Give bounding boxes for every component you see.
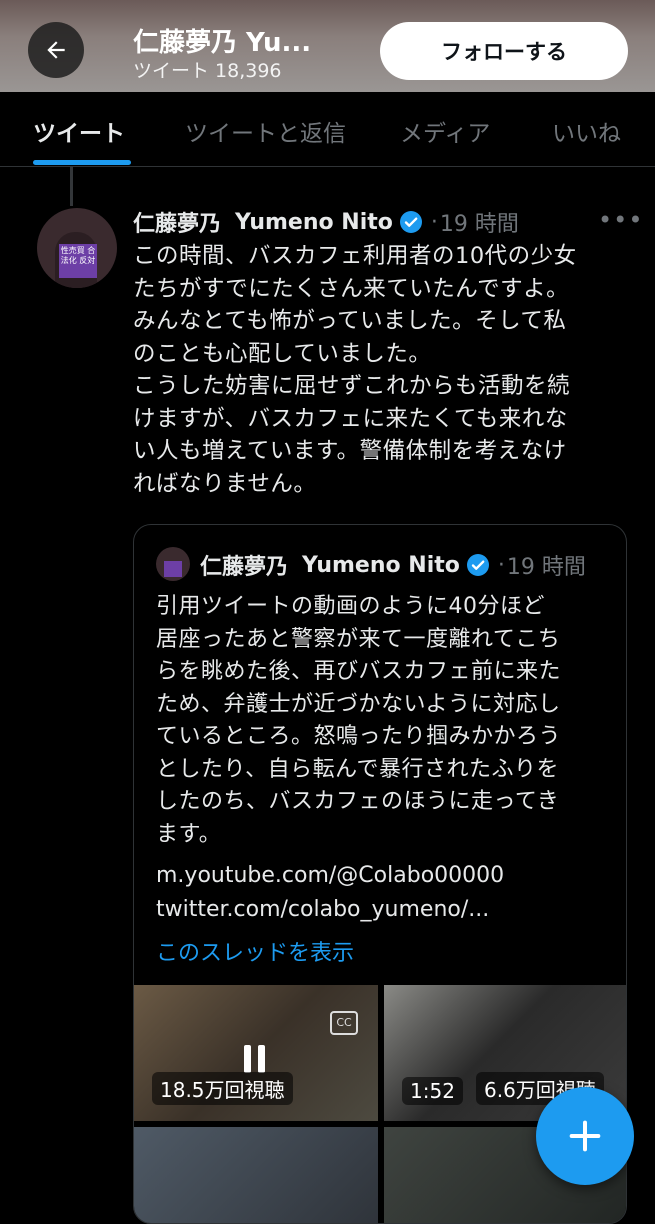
quoted-tweet-text: 引用ツイートの動画のように40分ほど 居座ったあと警察が来て一度離れてこち らを… [156, 594, 562, 847]
profile-header: 仁藤夢乃 Yu... ツイート 18,396 フォローする [0, 0, 655, 92]
tweet-count: ツイート 18,396 [133, 60, 282, 82]
tab-likes[interactable]: いいね [552, 114, 621, 148]
tweet-display-name[interactable]: 仁藤夢乃 [133, 206, 221, 238]
profile-tabs: ツイート ツイートと返信 メディア いいね [0, 92, 655, 167]
pause-icon[interactable] [244, 1045, 266, 1073]
show-thread-link[interactable]: このスレッドを表示 [156, 935, 354, 967]
video-thumbnail[interactable]: CC 18.5万回視聴 [134, 985, 378, 1121]
thread-connector-line [70, 166, 73, 206]
quoted-avatar [156, 547, 190, 581]
view-count: 18.5万回視聴 [152, 1072, 293, 1105]
plus-icon [569, 1120, 601, 1152]
quoted-timestamp: 19 時間 [506, 555, 586, 580]
back-button[interactable] [28, 22, 84, 78]
tweet-text: この時間、バスカフェ利用者の10代の少女 たちがすでにたくさん来ていたんですよ。… [133, 243, 577, 497]
quoted-display-name: 仁藤夢乃 [200, 555, 289, 580]
active-tab-indicator [33, 160, 131, 165]
video-thumbnail[interactable] [134, 1127, 378, 1223]
youtube-link[interactable]: m.youtube.com/@Colabo00000 [156, 863, 504, 888]
verified-badge-icon [466, 554, 489, 576]
tab-media[interactable]: メディア [400, 114, 490, 148]
tweet-handle-name[interactable]: Yumeno Nito [235, 210, 393, 235]
twitter-link[interactable]: twitter.com/colabo_yumeno/... [156, 897, 489, 922]
tweet-timestamp[interactable]: 19 時間 [440, 206, 519, 238]
more-dots-icon[interactable]: ••• [598, 206, 643, 234]
tab-tweets-and-replies[interactable]: ツイートと返信 [185, 114, 346, 148]
separator-dot: · [430, 209, 438, 235]
quoted-handle-name: Yumeno Nito [302, 552, 460, 578]
verified-badge-icon [399, 211, 422, 233]
quoted-tweet-header: 仁藤夢乃 Yumeno Nito · 19 時間 [200, 547, 586, 583]
arrow-left-icon [47, 41, 65, 59]
follow-button[interactable]: フォローする [380, 22, 628, 80]
avatar[interactable]: 性売買 合法化 反対 [37, 208, 117, 288]
separator-dot: · [497, 552, 505, 578]
closed-caption-icon[interactable]: CC [330, 1011, 358, 1035]
profile-name: 仁藤夢乃 Yu... [133, 28, 312, 58]
video-duration: 1:52 [402, 1077, 463, 1105]
tab-tweets[interactable]: ツイート [33, 114, 125, 148]
tweet-header: 仁藤夢乃 Yumeno Nito · 19 時間 [133, 204, 519, 240]
compose-tweet-button[interactable] [536, 1087, 634, 1185]
avatar-sign: 性売買 合法化 反対 [59, 244, 97, 278]
